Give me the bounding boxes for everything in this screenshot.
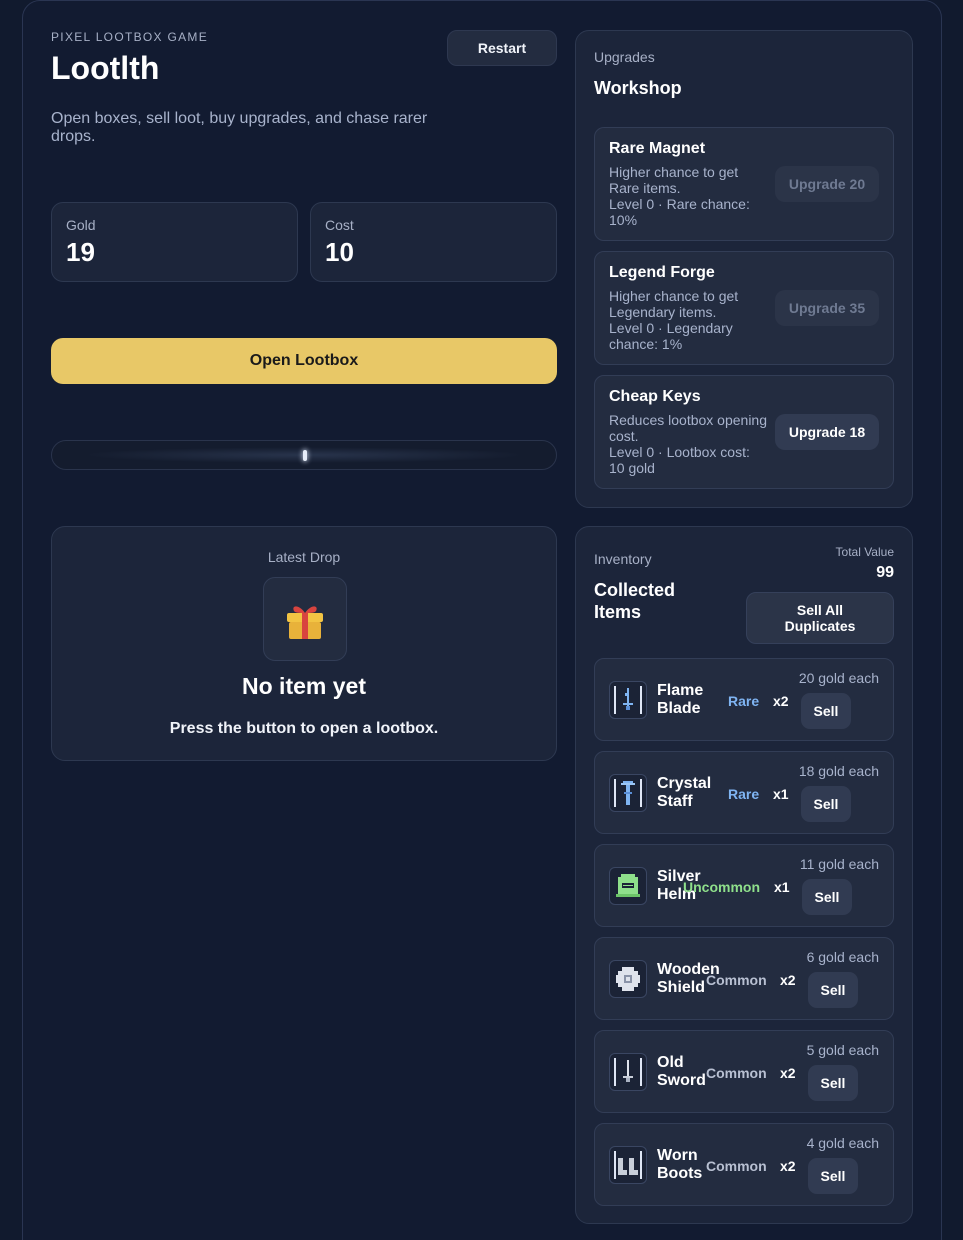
- sell-button[interactable]: Sell: [801, 693, 851, 729]
- item-quantity: x1: [773, 786, 789, 802]
- item-quantity: x2: [780, 1065, 796, 1081]
- game-subtitle: Open boxes, sell loot, buy upgrades, and…: [51, 110, 428, 145]
- item-quantity: x2: [773, 693, 789, 709]
- worn-boots-icon: [609, 1146, 647, 1184]
- workshop-panel: Upgrades Workshop Rare Magnet Higher cha…: [575, 30, 913, 508]
- flame-blade-icon: [609, 681, 647, 719]
- inventory-panel: Inventory Collected Items Total Value 99…: [575, 526, 913, 1224]
- restart-button[interactable]: Restart: [447, 30, 557, 66]
- sell-button[interactable]: Sell: [808, 972, 858, 1008]
- upgrade-card-cheap-keys: Cheap Keys Reduces lootbox opening cost.…: [594, 375, 894, 489]
- gold-value: 19: [66, 237, 95, 267]
- latest-drop-name: No item yet: [242, 673, 366, 699]
- upgrade-description: Reduces lootbox opening cost. Level 0 · …: [609, 412, 768, 476]
- inventory-item: Wooden Shield Common x2 6 gold each Sell: [594, 937, 894, 1020]
- item-quantity: x2: [780, 972, 796, 988]
- game-eyebrow: PIXEL LOOTBOX GAME: [51, 30, 208, 44]
- upgrade-name: Legend Forge: [609, 264, 715, 281]
- inventory-eyebrow: Inventory: [594, 551, 652, 567]
- upgrade-card-rare-magnet: Rare Magnet Higher chance to get Rare it…: [594, 127, 894, 241]
- workshop-title: Workshop: [594, 78, 682, 98]
- item-name: Crystal Staff: [657, 775, 712, 810]
- wooden-shield-icon: [609, 960, 647, 998]
- crystal-staff-icon: [609, 774, 647, 812]
- page-title: Lootlth: [51, 50, 160, 86]
- item-price: 4 gold each: [806, 1135, 879, 1151]
- item-rarity: Rare: [728, 786, 760, 802]
- inventory-item: Old Sword Common x2 5 gold each Sell: [594, 1030, 894, 1113]
- item-price: 6 gold each: [806, 949, 879, 965]
- item-price: 11 gold each: [799, 856, 879, 872]
- silver-helm-icon: [609, 867, 647, 905]
- inventory-item: Flame Blade Rare x2 20 gold each Sell: [594, 658, 894, 741]
- sell-button[interactable]: Sell: [808, 1065, 858, 1101]
- item-rarity: Common: [706, 972, 767, 988]
- spark-indicator: [303, 450, 307, 461]
- inventory-item: Worn Boots Common x2 4 gold each Sell: [594, 1123, 894, 1206]
- opening-animation-track: [51, 440, 557, 470]
- upgrade-description: Higher chance to get Legendary items. Le…: [609, 288, 739, 352]
- gift-icon: [287, 606, 323, 639]
- sell-button[interactable]: Sell: [802, 879, 852, 915]
- upgrade-card-legend-forge: Legend Forge Higher chance to get Legend…: [594, 251, 894, 365]
- cost-stat-card: Cost 10: [310, 202, 557, 282]
- workshop-eyebrow: Upgrades: [594, 49, 655, 65]
- item-name: Flame Blade: [657, 682, 704, 717]
- latest-drop-preview: [263, 577, 347, 661]
- item-rarity: Rare: [728, 693, 760, 709]
- latest-drop-hint: Press the button to open a lootbox.: [169, 720, 439, 737]
- item-quantity: x1: [774, 879, 790, 895]
- latest-drop-card: Latest Drop No item yet Press the button…: [51, 526, 557, 761]
- inventory-item: Crystal Staff Rare x1 18 gold each Sell: [594, 751, 894, 834]
- total-value-label: Total Value: [835, 545, 894, 559]
- open-lootbox-button[interactable]: Open Lootbox: [51, 338, 557, 384]
- cost-label: Cost: [325, 217, 354, 233]
- inventory-item: Silver Helm Uncommon x1 11 gold each Sel…: [594, 844, 894, 927]
- item-rarity: Common: [706, 1065, 767, 1081]
- item-rarity: Common: [706, 1158, 767, 1174]
- latest-drop-label: Latest Drop: [267, 549, 341, 565]
- gold-stat-card: Gold 19: [51, 202, 298, 282]
- gold-label: Gold: [66, 217, 96, 233]
- upgrade-description: Higher chance to get Rare items. Level 0…: [609, 164, 750, 228]
- item-price: 20 gold each: [798, 670, 879, 686]
- cost-value: 10: [325, 237, 354, 267]
- sell-button[interactable]: Sell: [801, 786, 851, 822]
- upgrade-rare-magnet-button[interactable]: Upgrade 20: [775, 166, 879, 202]
- item-quantity: x2: [780, 1158, 796, 1174]
- item-price: 5 gold each: [806, 1042, 879, 1058]
- sell-button[interactable]: Sell: [808, 1158, 858, 1194]
- upgrade-legend-forge-button[interactable]: Upgrade 35: [775, 290, 879, 326]
- upgrade-cheap-keys-button[interactable]: Upgrade 18: [775, 414, 879, 450]
- inventory-title: Collected Items: [594, 580, 676, 622]
- upgrade-name: Cheap Keys: [609, 388, 701, 405]
- old-sword-icon: [609, 1053, 647, 1091]
- upgrade-name: Rare Magnet: [609, 140, 706, 157]
- sell-all-duplicates-button[interactable]: Sell All Duplicates: [746, 592, 894, 644]
- item-rarity: Uncommon: [683, 879, 760, 895]
- total-value: 99: [876, 564, 894, 581]
- item-price: 18 gold each: [798, 763, 879, 779]
